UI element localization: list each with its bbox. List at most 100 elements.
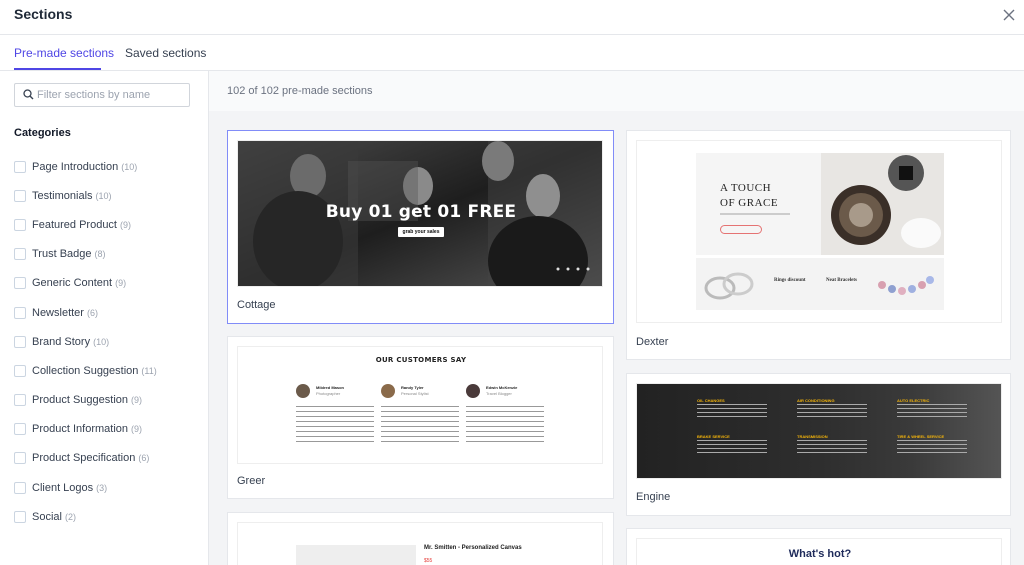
category-generic-content[interactable]: Generic Content (9) [14,269,157,298]
tile-rings: Rings discount [774,278,806,283]
category-checkbox[interactable] [14,452,26,465]
section-card-engine[interactable]: OIL CHANGES AIR CONDITIONING AUTO ELECTR… [626,373,1011,516]
category-label: Trust Badge [32,248,92,261]
category-brand-story[interactable]: Brand Story (10) [14,327,157,356]
active-tab-indicator [14,68,101,70]
service-text [697,404,767,418]
category-collection-suggestion[interactable]: Collection Suggestion (11) [14,356,157,385]
category-social[interactable]: Social (2) [14,502,157,531]
testimonials-row: Mildred Mason Photographer Randy Tyler P… [296,384,556,454]
product-title: Mr. Smitten - Personalized Canvas [424,545,522,551]
category-newsletter[interactable]: Newsletter (6) [14,298,157,327]
ring-image [704,272,754,300]
service-item: TIRE & WHEEL SERVICE [897,434,945,439]
tab-saved-sections[interactable]: Saved sections [125,46,206,60]
category-label: Product Information [32,423,128,436]
category-checkbox[interactable] [14,218,26,231]
category-label: Featured Product [32,218,117,231]
avatar [381,384,395,398]
category-checkbox[interactable] [14,335,26,348]
section-card-cottage[interactable]: Buy 01 get 01 FREE grab your sales Cotta… [227,130,614,324]
testimonial-role: Photographer [316,391,341,396]
category-count: (9) [131,395,143,406]
avatar [296,384,310,398]
category-checkbox[interactable] [14,306,26,319]
dexter-button [720,225,762,234]
category-count: (10) [93,336,110,347]
category-count: (11) [141,365,157,376]
promo-button: grab your sales [398,227,444,237]
dexter-text-line [720,213,790,215]
service-text [897,440,967,454]
category-label: Page Introduction [32,160,119,173]
category-count: (6) [86,307,98,318]
section-card-product[interactable]: Mr. Smitten - Personalized Canvas $55 [227,512,614,565]
testimonials-heading: OUR CUSTOMERS SAY [375,356,467,364]
category-label: Collection Suggestion [32,364,139,377]
sidebar: Categories Page Introduction(10) Testimo… [0,71,209,565]
category-product-information[interactable]: Product Information (9) [14,415,157,444]
testimonial-name: Edwin McKenzie [486,385,518,390]
category-label: Testimonials [32,189,93,202]
section-card-label: Dexter [636,336,669,348]
category-checkbox[interactable] [14,364,26,377]
category-label: Social [32,510,62,523]
category-checkbox[interactable] [14,248,26,261]
jewelry-photo [821,153,944,255]
category-list: Page Introduction (10) Testimonials (10) F… [14,152,157,531]
category-count: (2) [64,511,76,522]
dexter-heading-line1: A TOUCH [720,182,772,194]
service-text [897,404,967,418]
close-icon[interactable] [1000,6,1018,24]
testimonial-text [466,406,544,446]
dexter-thumbnail: A TOUCH OF GRACE Rings discount Neat Bra… [636,140,1002,323]
section-card-label: Cottage [237,299,276,311]
service-item: OIL CHANGES [697,398,725,403]
category-checkbox[interactable] [14,160,26,173]
category-trust-badge[interactable]: Trust Badge (8) [14,240,157,269]
category-label: Product Specification [32,452,136,465]
category-label: Brand Story [32,335,91,348]
category-page-introduction[interactable]: Page Introduction (10) [14,152,157,181]
category-count: (10) [95,190,112,201]
section-card-whats-hot[interactable]: What's hot? [626,528,1011,565]
services-grid: OIL CHANGES AIR CONDITIONING AUTO ELECTR… [697,398,987,468]
service-text [797,404,867,418]
category-label: Generic Content [32,277,113,290]
category-count: (9) [131,424,142,435]
search-icon [23,89,34,100]
tab-bar: Pre-made sections Saved sections [0,35,1024,71]
gallery-toolbar: 102 of 102 pre-made sections [209,71,1024,111]
testimonial-name: Randy Tyler [401,385,424,390]
category-product-suggestion[interactable]: Product Suggestion (9) [14,386,157,415]
section-card-greer[interactable]: OUR CUSTOMERS SAY Mildred Mason Photogra… [227,336,614,499]
section-card-label: Greer [237,475,266,487]
modal-title: Sections [14,6,73,22]
search-input[interactable] [37,86,185,104]
category-count: (3) [96,482,108,493]
category-product-specification[interactable]: Product Specification (6) [14,444,157,473]
category-checkbox[interactable] [14,423,26,436]
category-count: (10) [121,161,138,172]
greer-thumbnail: OUR CUSTOMERS SAY Mildred Mason Photogra… [237,346,603,464]
promo-title: Buy 01 get 01 FREE [325,202,517,222]
category-featured-product[interactable]: Featured Product (9) [14,210,157,239]
testimonial-text [381,406,459,446]
testimonial-text [296,406,374,446]
category-checkbox[interactable] [14,189,26,202]
category-client-logos[interactable]: Client Logos (3) [14,473,157,502]
category-count: (6) [138,453,150,464]
testimonial-role: Travel Blogger [486,391,512,396]
product-image [296,545,416,565]
category-checkbox[interactable] [14,510,26,523]
category-checkbox[interactable] [14,277,26,290]
service-item: AUTO ELECTRIC [897,398,930,403]
category-count: (9) [120,219,131,230]
results-count: 102 of 102 pre-made sections [227,85,373,97]
category-testimonials[interactable]: Testimonials (10) [14,181,157,210]
tab-pre-made-sections[interactable]: Pre-made sections [14,46,114,60]
category-checkbox[interactable] [14,394,26,407]
category-checkbox[interactable] [14,481,26,494]
cottage-thumbnail: Buy 01 get 01 FREE grab your sales [237,140,603,287]
section-card-dexter[interactable]: A TOUCH OF GRACE Rings discount Neat Bra… [626,130,1011,360]
